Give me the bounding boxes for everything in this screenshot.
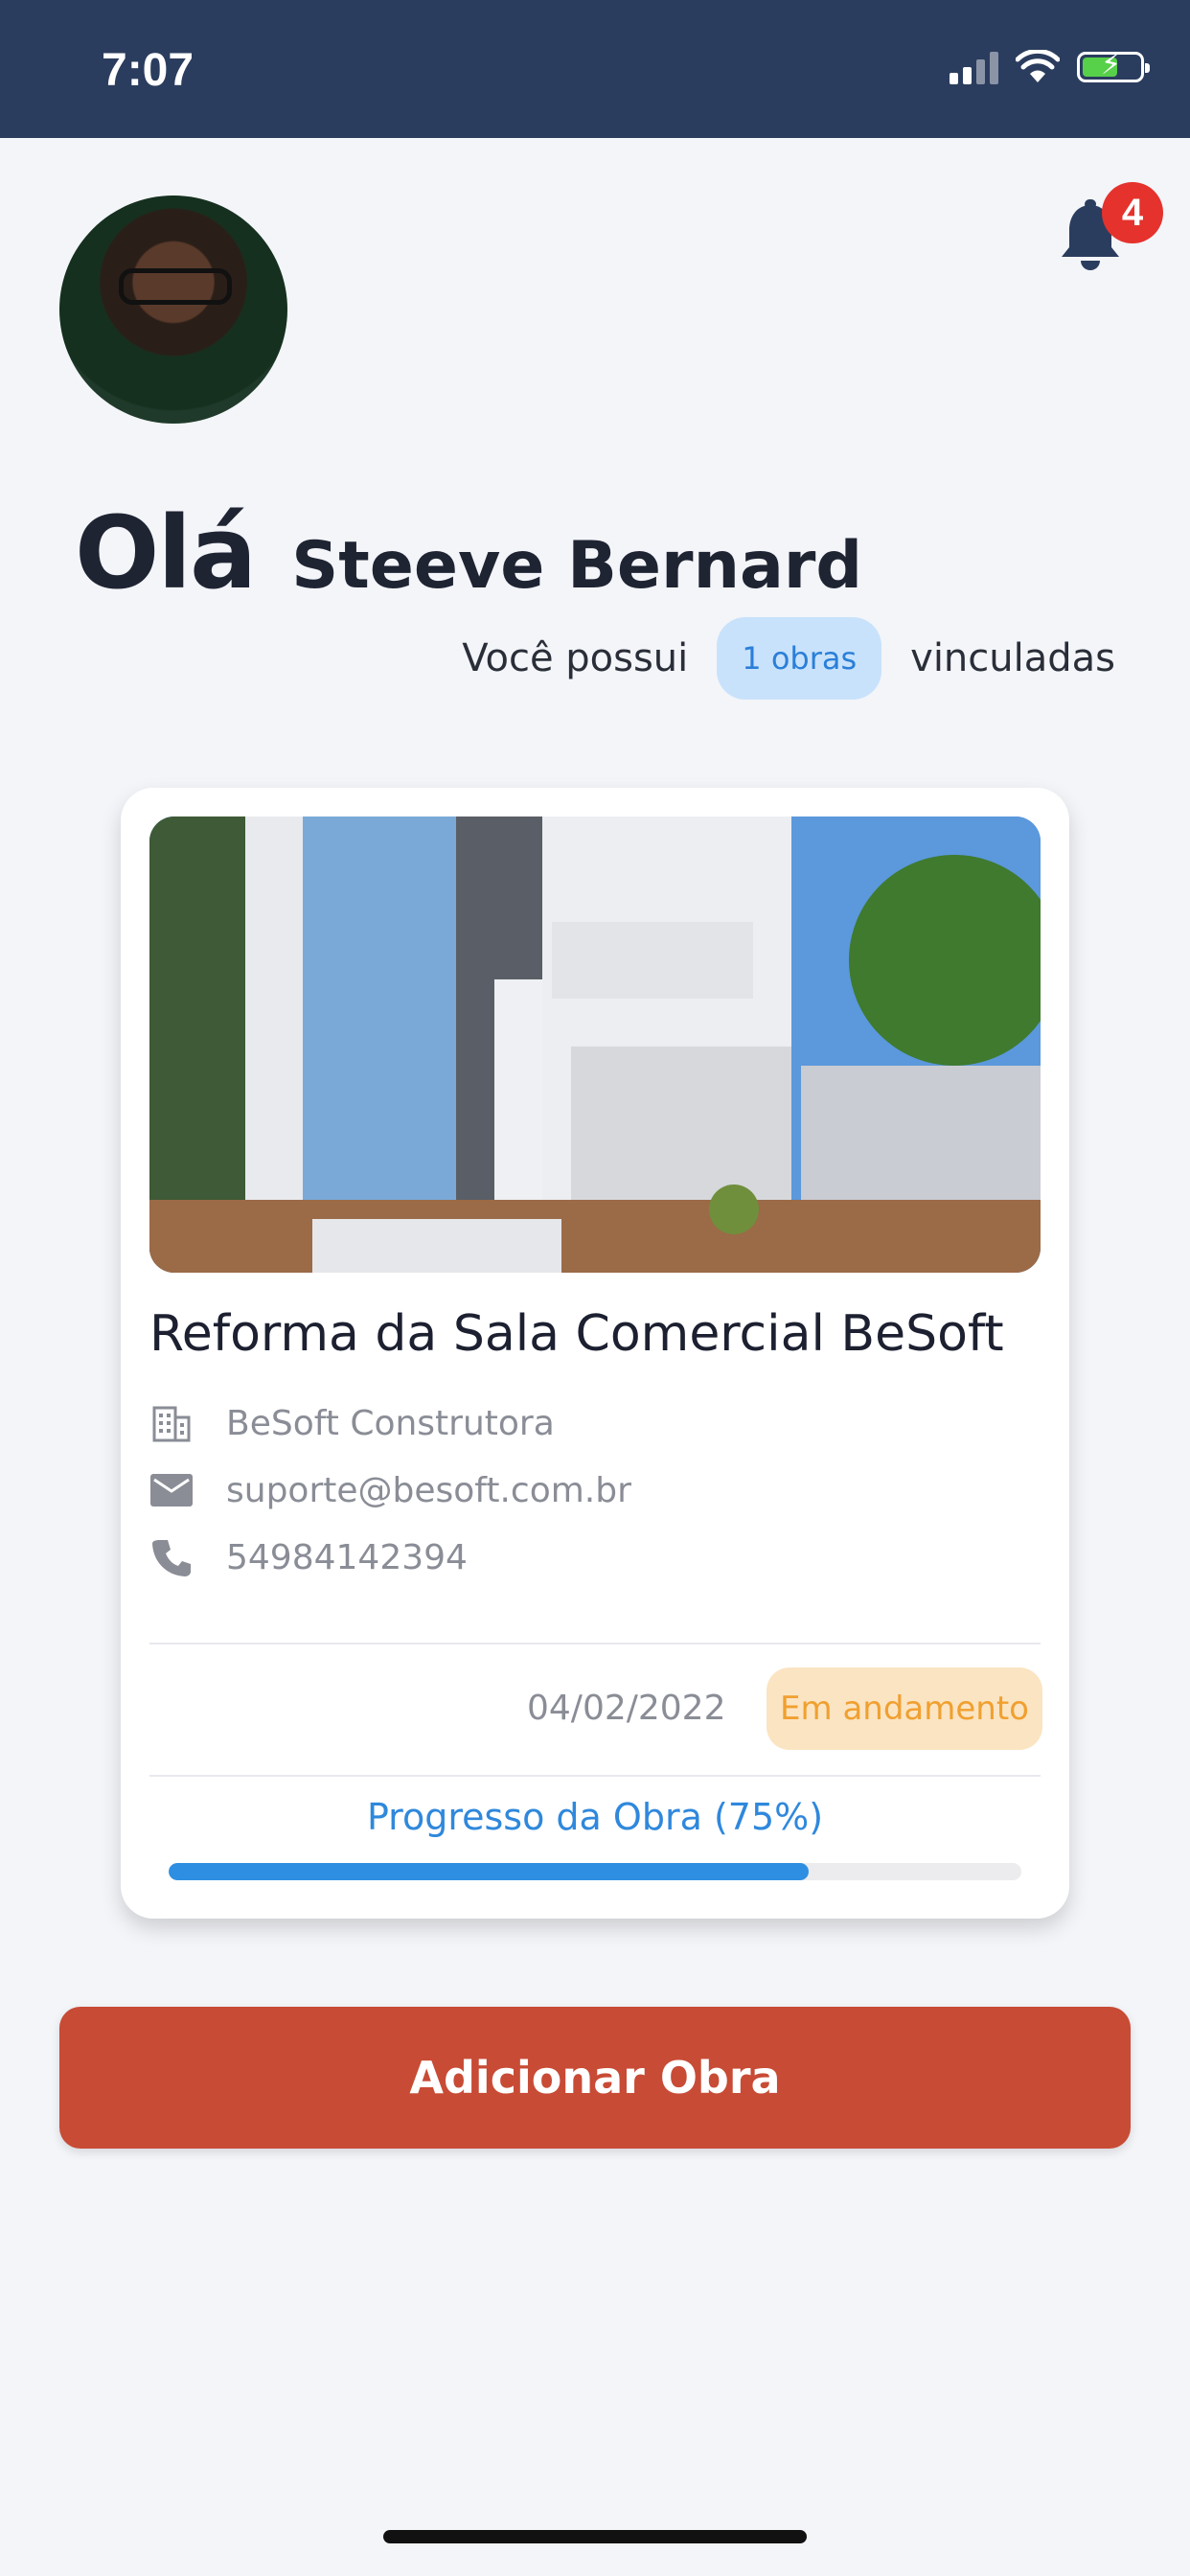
progress-bar-fill [169, 1863, 809, 1880]
progress-label: Progresso da Obra (75%) [366, 1796, 824, 1838]
card-divider [149, 1643, 1041, 1644]
status-icons: ⚡ [950, 50, 1150, 84]
phone-icon [149, 1535, 194, 1579]
projects-count-pill: 1 obras [717, 617, 882, 700]
progress-track [169, 1863, 1021, 1880]
contact-email[interactable]: suporte@besoft.com.br [226, 1471, 631, 1510]
greeting-hello: Olá [75, 494, 257, 611]
linked-projects-summary: Você possui 1 obras vinculadas [462, 617, 1115, 700]
greeting: Olá Steeve Bernard [75, 494, 862, 611]
avatar-glasses [119, 268, 232, 305]
card-divider [149, 1775, 1041, 1777]
company-name: BeSoft Construtora [226, 1403, 555, 1443]
add-project-button[interactable]: Adicionar Obra [59, 2007, 1131, 2149]
contact-phone[interactable]: 54984142394 [226, 1538, 468, 1577]
company-row: BeSoft Construtora [149, 1401, 555, 1445]
project-photo [149, 816, 1041, 1273]
summary-prefix: Você possui [462, 636, 689, 680]
notification-badge[interactable]: 4 [1102, 182, 1163, 243]
summary-suffix: vinculadas [910, 636, 1115, 680]
user-name: Steeve Bernard [291, 528, 863, 604]
mail-icon [149, 1468, 194, 1512]
project-date: 04/02/2022 [527, 1689, 726, 1728]
building-icon [149, 1401, 194, 1445]
project-card[interactable]: Reforma da Sala Comercial BeSoft BeSoft … [121, 788, 1069, 1919]
avatar[interactable] [59, 196, 287, 424]
email-row: suporte@besoft.com.br [149, 1468, 631, 1512]
signal-icon [950, 50, 998, 84]
status-badge: Em andamento [767, 1668, 1042, 1750]
home-indicator[interactable] [383, 2530, 807, 2543]
status-time: 7:07 [102, 45, 195, 96]
wifi-icon [1016, 50, 1060, 82]
phone-row: 54984142394 [149, 1535, 468, 1579]
battery-charging-icon: ⚡ [1077, 51, 1150, 82]
project-title: Reforma da Sala Comercial BeSoft [149, 1305, 1004, 1363]
status-bar: 7:07 ⚡ [0, 0, 1190, 138]
